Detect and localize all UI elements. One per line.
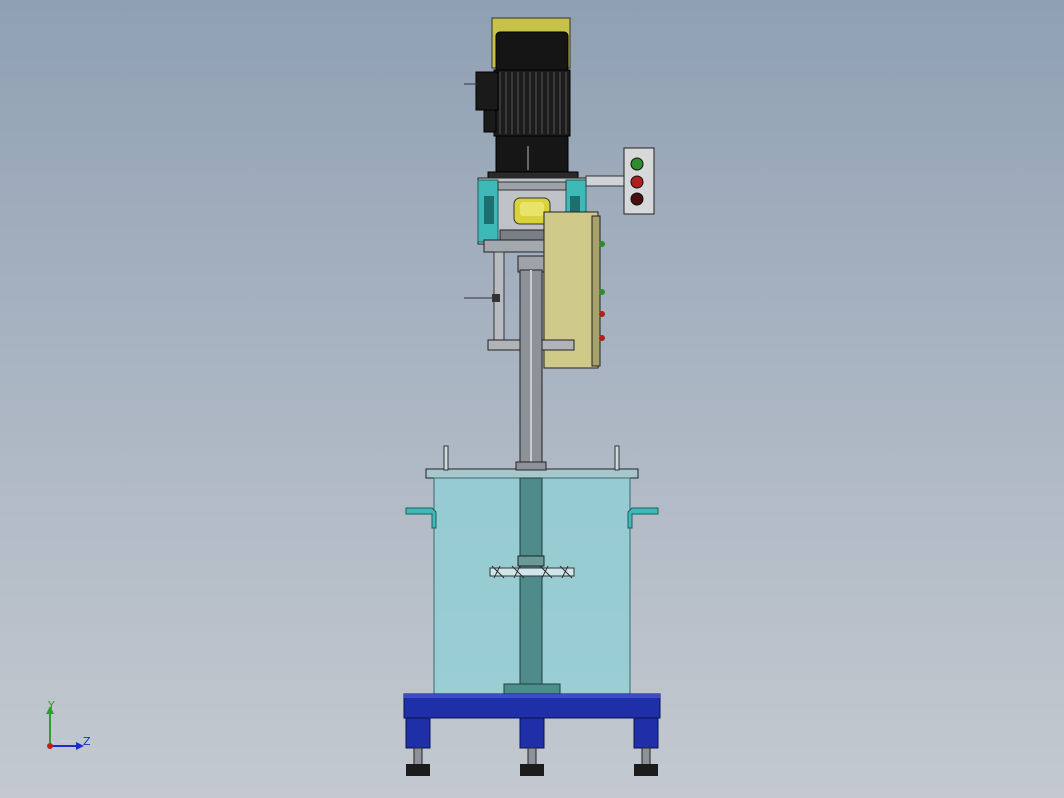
- button-control-box: [623, 147, 655, 215]
- motor-flange: [495, 135, 569, 175]
- emergency-button[interactable]: [630, 192, 644, 206]
- shaft-bottom-block: [503, 683, 561, 695]
- base-frame: [403, 693, 661, 749]
- motor-cap: [495, 31, 569, 73]
- left-nozzle: [405, 507, 437, 529]
- stop-button[interactable]: [630, 175, 644, 189]
- motor-terminal-box: [475, 71, 499, 111]
- agitator-shaft-inner: [519, 477, 543, 689]
- z-axis-label: Z: [83, 735, 91, 748]
- button-box-arm: [585, 175, 627, 187]
- start-button[interactable]: [630, 157, 644, 171]
- coordinate-triad: Y Z: [38, 698, 108, 758]
- motor-body: [493, 69, 571, 137]
- y-axis-label: Y: [48, 699, 55, 712]
- leveling-feet: [406, 747, 658, 776]
- mixer-assembly-model[interactable]: [0, 0, 1064, 798]
- right-nozzle: [627, 507, 659, 529]
- cad-viewport[interactable]: Y Z: [0, 0, 1064, 798]
